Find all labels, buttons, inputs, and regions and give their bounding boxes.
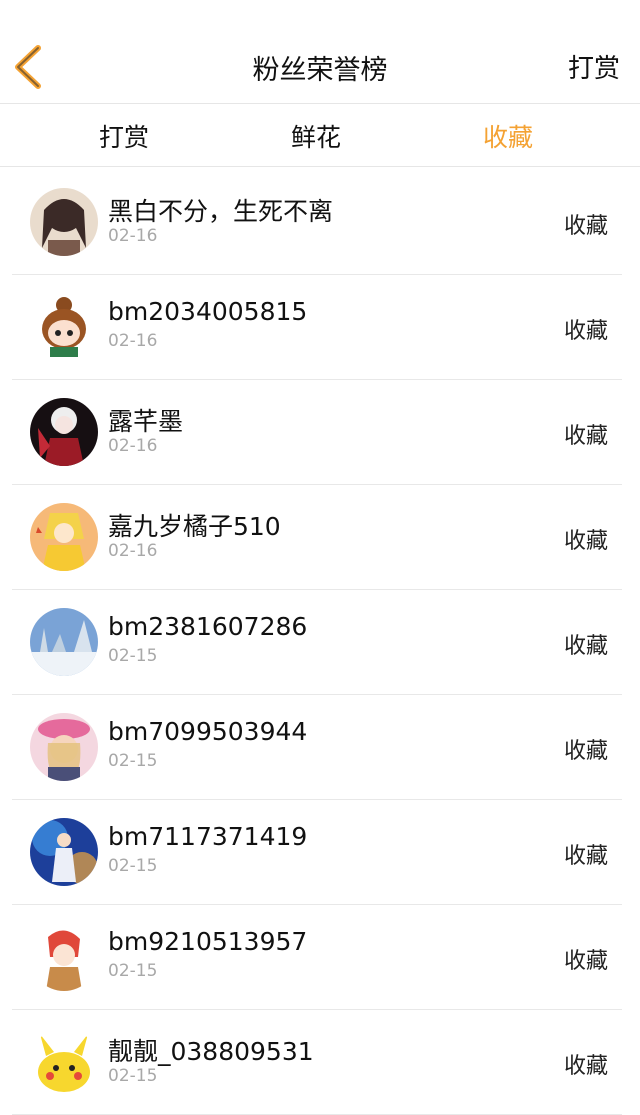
fan-type: 收藏 — [563, 739, 608, 764]
fan-type: 收藏 — [563, 214, 608, 239]
tab-flowers[interactable]: 鲜花 — [256, 118, 376, 154]
avatar — [30, 818, 98, 886]
fan-date: 02-16 — [108, 436, 158, 456]
avatar — [30, 503, 98, 571]
avatar — [30, 398, 98, 466]
fan-date: 02-15 — [108, 856, 158, 876]
fan-date: 02-15 — [108, 751, 158, 771]
fan-type: 收藏 — [563, 319, 608, 344]
fan-date: 02-16 — [108, 226, 158, 246]
fan-name: bm7117371419 — [108, 822, 308, 851]
fan-type: 收藏 — [563, 949, 608, 974]
fan-date: 02-16 — [108, 331, 158, 351]
fan-name: bm2034005815 — [108, 297, 308, 326]
tip-button[interactable]: 打赏 — [568, 48, 620, 85]
top-bar: 粉丝荣誉榜 打赏 — [0, 0, 640, 104]
tab-tip[interactable]: 打赏 — [64, 118, 184, 154]
fan-name: bm2381607286 — [108, 612, 308, 641]
fan-name: 嘉九岁橘子510 — [108, 512, 281, 541]
avatar — [30, 1028, 98, 1096]
list-item[interactable]: 嘉九岁橘子510 02-16 收藏 — [12, 485, 622, 590]
fan-name: 靓靓_038809531 — [108, 1037, 314, 1066]
fan-date: 02-15 — [108, 1066, 158, 1086]
fan-type: 收藏 — [563, 424, 608, 449]
list-item[interactable]: bm7099503944 02-15 收藏 — [12, 695, 622, 800]
fan-type: 收藏 — [563, 1054, 608, 1079]
avatar — [30, 188, 98, 256]
tab-favorites[interactable]: 收藏 — [448, 118, 568, 154]
page-title: 粉丝荣誉榜 — [252, 55, 388, 86]
list-item[interactable]: bm7117371419 02-15 收藏 — [12, 800, 622, 905]
avatar — [30, 713, 98, 781]
fan-date: 02-15 — [108, 646, 158, 666]
list-item[interactable]: 黑白不分，生死不离 02-16 收藏 — [12, 170, 622, 275]
avatar — [30, 293, 98, 361]
fan-name: 露芊墨 — [108, 407, 184, 436]
fan-name: bm9210513957 — [108, 927, 308, 956]
fan-list: 黑白不分，生死不离 02-16 收藏 bm2034005815 02-16 收藏… — [0, 170, 640, 1115]
fan-date: 02-15 — [108, 961, 158, 981]
list-item[interactable]: 露芊墨 02-16 收藏 — [12, 380, 622, 485]
fan-type: 收藏 — [563, 529, 608, 554]
fan-name: bm7099503944 — [108, 717, 308, 746]
fan-date: 02-16 — [108, 541, 158, 561]
list-item[interactable]: bm9210513957 02-15 收藏 — [12, 905, 622, 1010]
avatar — [30, 608, 98, 676]
fan-type: 收藏 — [563, 844, 608, 869]
list-item[interactable]: bm2034005815 02-16 收藏 — [12, 275, 622, 380]
tab-bar: 打赏 鲜花 收藏 — [0, 104, 640, 167]
list-item[interactable]: bm2381607286 02-15 收藏 — [12, 590, 622, 695]
fan-name: 黑白不分，生死不离 — [108, 197, 334, 226]
list-item[interactable]: 靓靓_038809531 02-15 收藏 — [12, 1010, 622, 1115]
fan-type: 收藏 — [563, 634, 608, 659]
avatar — [30, 923, 98, 991]
